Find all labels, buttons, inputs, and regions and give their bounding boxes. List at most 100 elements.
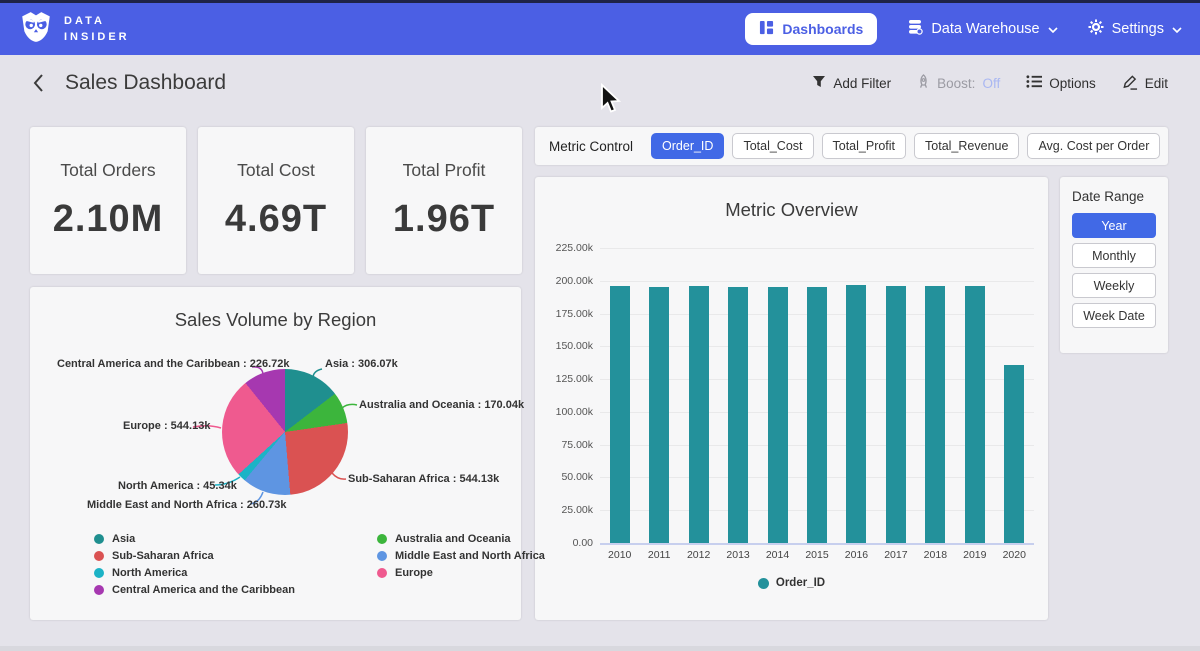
pie-legend-item-central-america-and-the-caribbean[interactable]: Central America and the Caribbean [94,584,295,596]
metric-chip-total-cost[interactable]: Total_Cost [732,133,813,159]
legend-dot [377,551,387,561]
bar-2012[interactable] [689,286,709,544]
pie-chart-title: Sales Volume by Region [30,309,521,331]
metric-chip-order-id[interactable]: Order_ID [651,133,724,159]
add-filter-button[interactable]: Add Filter [812,75,891,91]
legend-dot [377,568,387,578]
bar-2017[interactable] [886,286,906,543]
legend-label: Middle East and North Africa [395,550,545,562]
sales-volume-by-region-chart: Sales Volume by Region Asia : 306.07k Au… [30,287,521,620]
y-axis-tick: 125.00k [538,373,593,385]
metric-chip-total-revenue[interactable]: Total_Revenue [914,133,1019,159]
x-axis-tick: 2016 [836,549,876,561]
pie-label-asia: Asia : 306.07k [325,358,398,370]
legend-dot [758,578,769,589]
rocket-icon [917,74,930,92]
brand-logo[interactable]: DATAINSIDER [18,9,130,50]
metric-control-bar: Metric Control Order_IDTotal_CostTotal_P… [535,127,1168,165]
kpi-value: 1.96T [366,198,522,241]
bar-2014[interactable] [768,287,788,543]
x-axis-tick: 2010 [600,549,640,561]
pie-label-australia-and-oceania: Australia and Oceania : 170.04k [359,399,524,411]
legend-dot [377,534,387,544]
legend-label: Sub-Saharan Africa [112,550,214,562]
y-axis-tick: 0.00 [538,537,593,549]
pie-legend-item-australia-and-oceania[interactable]: Australia and Oceania [377,533,545,545]
metric-chip-total-profit[interactable]: Total_Profit [822,133,907,159]
y-axis-tick: 175.00k [538,308,593,320]
bar-2015[interactable] [807,287,827,543]
kpi-card-total-cost: Total Cost 4.69T [198,127,354,274]
pencil-icon [1122,74,1138,93]
legend-label: Europe [395,567,433,579]
y-axis-tick: 150.00k [538,340,593,352]
bar-2020[interactable] [1004,365,1024,543]
owl-logo-icon [18,9,54,50]
kpi-value: 4.69T [198,198,354,241]
x-axis-tick: 2013 [718,549,758,561]
bar-2010[interactable] [610,286,630,543]
bar-2013[interactable] [728,287,748,543]
boost-toggle[interactable]: Boost: Off [917,74,1000,92]
date-range-panel: Date Range Year Monthly Weekly Week Date [1060,177,1168,353]
y-axis-tick: 100.00k [538,406,593,418]
legend-label: Australia and Oceania [395,533,511,545]
x-axis-tick: 2017 [876,549,916,561]
footer-band [0,646,1200,651]
bar-2011[interactable] [649,287,669,543]
y-axis-tick: 50.00k [538,471,593,483]
date-range-weekly[interactable]: Weekly [1072,273,1156,298]
y-axis-tick: 200.00k [538,275,593,287]
pie-label-north-america: North America : 45.34k [118,480,237,492]
nav-dashboards-button[interactable]: Dashboards [745,13,877,45]
gridline [600,281,1034,282]
nav-data-warehouse[interactable]: Data Warehouse [907,19,1057,39]
chevron-down-icon [1048,21,1058,37]
pie-legend: Asia Sub-Saharan Africa North America Centr… [94,533,545,596]
gear-icon [1088,19,1104,39]
date-range-label: Date Range [1072,189,1156,204]
pie-legend-item-sub-saharan-africa[interactable]: Sub-Saharan Africa [94,550,295,562]
date-range-monthly[interactable]: Monthly [1072,243,1156,268]
bar-chart-legend[interactable]: Order_ID [535,577,1048,589]
kpi-label: Total Profit [366,160,522,181]
kpi-card-total-orders: Total Orders 2.10M [30,127,186,274]
date-range-week-date[interactable]: Week Date [1072,303,1156,328]
legend-label: North America [112,567,187,579]
chevron-down-icon [1172,21,1182,37]
nav-settings[interactable]: Settings [1088,19,1182,39]
pie-legend-item-north-america[interactable]: North America [94,567,295,579]
pie-chart[interactable] [222,369,348,495]
metric-chips: Order_ID Total_Cost Total_Profit Total_Reve… [651,133,1160,159]
brand-name: DATAINSIDER [64,13,130,46]
pie-legend-item-europe[interactable]: Europe [377,567,545,579]
edit-button[interactable]: Edit [1122,74,1168,93]
kpi-label: Total Orders [30,160,186,181]
filter-funnel-icon [812,75,826,91]
metric-overview-chart: Metric Overview Order_ID 0.0025.00k50.00… [535,177,1048,620]
legend-dot [94,568,104,578]
gridline [600,248,1034,249]
legend-label: Central America and the Caribbean [112,584,295,596]
window-top-edge [0,0,1200,3]
x-axis-tick: 2018 [915,549,955,561]
boost-status: Off [982,76,1000,91]
bar-2016[interactable] [846,285,866,543]
pie-label-middle-east-and-north-africa: Middle East and North Africa : 260.73k [87,499,286,511]
kpi-label: Total Cost [198,160,354,181]
page-header: Sales Dashboard Add Filter Boost: Off [0,55,1200,111]
x-axis-tick: 2014 [758,549,798,561]
bar-2018[interactable] [925,286,945,543]
gridline [600,543,1034,545]
kpi-card-total-profit: Total Profit 1.96T [366,127,522,274]
pie-legend-item-asia[interactable]: Asia [94,533,295,545]
pie-legend-item-middle-east-and-north-africa[interactable]: Middle East and North Africa [377,550,545,562]
back-button[interactable] [32,73,45,93]
bar-2019[interactable] [965,286,985,543]
page-title: Sales Dashboard [65,71,226,95]
legend-label: Asia [112,533,135,545]
date-range-year[interactable]: Year [1072,213,1156,238]
metric-chip-avg-cost-per-order[interactable]: Avg. Cost per Order [1027,133,1160,159]
top-navbar: DATAINSIDER Dashboards [0,3,1200,55]
options-button[interactable]: Options [1026,74,1096,92]
